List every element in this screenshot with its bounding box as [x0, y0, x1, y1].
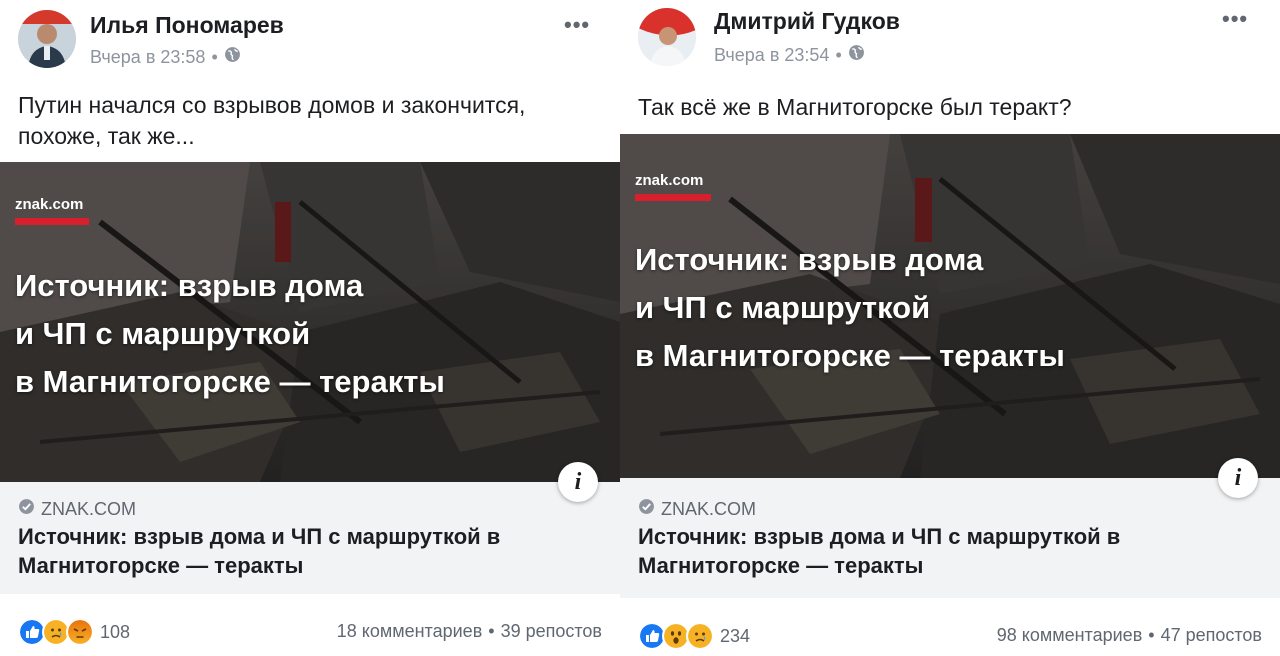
post-text-line: похоже, так же... [18, 123, 195, 149]
info-icon[interactable]: i [558, 462, 598, 502]
author-name[interactable]: Илья Пономарев [90, 12, 284, 39]
info-icon[interactable]: i [1218, 458, 1258, 498]
post-dmitry-gudkov: Дмитрий Гудков Вчера в 23:54 • ••• Так в… [620, 0, 1280, 656]
link-title[interactable]: Источник: взрыв дома и ЧП с маршруткой в… [18, 522, 578, 580]
link-title-line: Источник: взрыв дома и ЧП с маршруткой в [18, 524, 501, 549]
comments-count[interactable]: 98 комментариев [997, 625, 1143, 646]
post-stats: 98 комментариев • 47 репостов [997, 625, 1262, 646]
brand-underline-bar [635, 194, 711, 201]
brand-underline-bar [15, 218, 89, 225]
verified-link-icon [638, 498, 655, 520]
more-options-icon[interactable]: ••• [1222, 6, 1248, 32]
post-text: Так всё же в Магнитогорске был теракт? [638, 92, 1072, 123]
link-domain: ZNAK.COM [638, 498, 756, 520]
comments-count[interactable]: 18 комментариев [337, 621, 483, 642]
image-headline-line: в Магнитогорске — теракты [15, 364, 445, 399]
author-avatar[interactable] [18, 10, 76, 68]
angry-reaction-icon [66, 618, 94, 646]
link-domain-text: ZNAK.COM [661, 498, 757, 519]
post-meta: Вчера в 23:54 • [714, 44, 865, 66]
globe-icon [224, 46, 241, 68]
author-name[interactable]: Дмитрий Гудков [714, 8, 900, 35]
post-ilya-ponomarev: Илья Пономарев Вчера в 23:58 • ••• Путин… [0, 0, 620, 656]
link-preview-image[interactable]: znak.com Источник: взрыв дома и ЧП с мар… [0, 162, 620, 482]
stats-separator: • [488, 621, 495, 641]
link-domain: ZNAK.COM [18, 498, 136, 520]
shares-count[interactable]: 47 репостов [1161, 625, 1262, 646]
reaction-count: 108 [100, 621, 131, 642]
znak-brand-logo: znak.com [15, 196, 84, 213]
image-headline-line: и ЧП с маршруткой [15, 316, 311, 351]
link-preview-image[interactable]: znak.com Источник: взрыв дома и ЧП с мар… [620, 134, 1280, 478]
post-text-line: Путин начался со взрывов домов и закончи… [18, 92, 526, 118]
image-headline: Источник: взрыв дома и ЧП с маршруткой в… [15, 262, 445, 406]
shares-count[interactable]: 39 репостов [501, 621, 602, 642]
sad-reaction-icon [686, 622, 714, 650]
link-caption[interactable]: ZNAK.COM Источник: взрыв дома и ЧП с мар… [0, 482, 620, 594]
image-headline-line: Источник: взрыв дома [635, 242, 984, 277]
post-text: Путин начался со взрывов домов и закончи… [18, 90, 525, 152]
post-text-line: Так всё же в Магнитогорске был теракт? [638, 94, 1072, 120]
stats-separator: • [1148, 625, 1155, 645]
link-title-line: Магнитогорске — теракты [638, 553, 924, 578]
image-headline-line: в Магнитогорске — теракты [635, 338, 1065, 373]
post-timestamp[interactable]: Вчера в 23:54 [714, 45, 829, 66]
verified-link-icon [18, 498, 35, 520]
link-title-line: Магнитогорске — теракты [18, 553, 304, 578]
more-options-icon[interactable]: ••• [564, 12, 590, 38]
link-caption[interactable]: ZNAK.COM Источник: взрыв дома и ЧП с мар… [620, 478, 1280, 598]
znak-brand-logo: znak.com [635, 172, 704, 189]
reactions-summary[interactable]: 108 [18, 618, 130, 646]
image-headline-line: и ЧП с маршруткой [635, 290, 931, 325]
image-headline-line: Источник: взрыв дома [15, 268, 364, 303]
meta-separator: • [835, 44, 842, 65]
link-title-line: Источник: взрыв дома и ЧП с маршруткой в [638, 524, 1121, 549]
post-stats: 18 комментариев • 39 репостов [337, 621, 602, 642]
reaction-count: 234 [720, 625, 751, 646]
post-timestamp[interactable]: Вчера в 23:58 [90, 47, 205, 68]
meta-separator: • [211, 46, 218, 67]
image-headline: Источник: взрыв дома и ЧП с маршруткой в… [635, 236, 1065, 380]
link-title[interactable]: Источник: взрыв дома и ЧП с маршруткой в… [638, 522, 1198, 580]
post-meta: Вчера в 23:58 • [90, 46, 241, 68]
link-domain-text: ZNAK.COM [41, 498, 137, 519]
reactions-summary[interactable]: 234 [638, 622, 750, 650]
author-avatar[interactable] [638, 8, 696, 66]
globe-icon [848, 44, 865, 66]
